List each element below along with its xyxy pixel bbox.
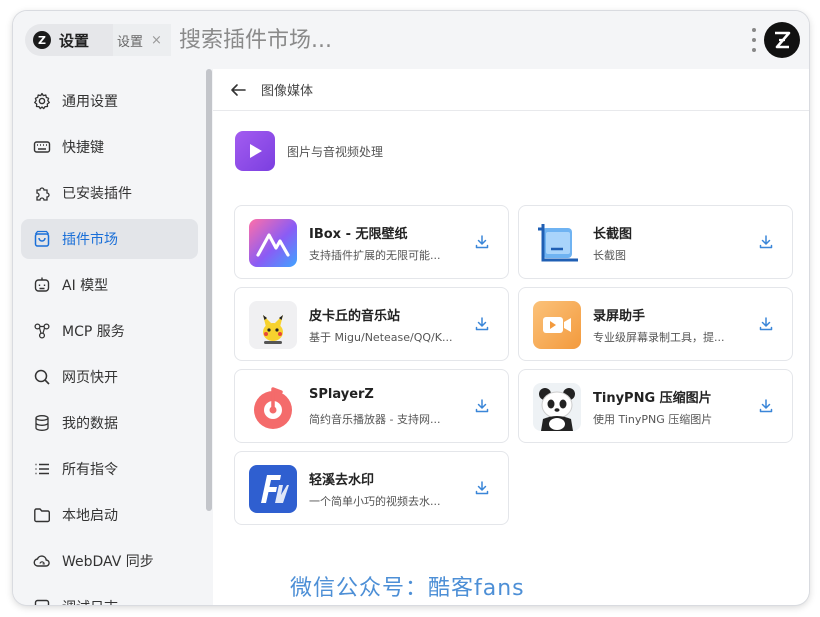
plugin-description: 使用 TinyPNG 压缩图片 [593, 413, 713, 426]
sidebar-scrollbar[interactable] [206, 69, 212, 511]
sidebar-item-installed[interactable]: 已安装插件 [21, 173, 198, 213]
close-icon[interactable]: × [151, 33, 162, 48]
log-icon [33, 598, 51, 605]
plugin-card-pikachu-music[interactable]: 皮卡丘的音乐站 基于 Migu/Netease/QQ/K... [234, 287, 509, 361]
sidebar-item-general[interactable]: 通用设置 [21, 81, 198, 121]
play-icon [235, 131, 275, 171]
download-icon[interactable] [757, 315, 775, 333]
app-chip[interactable]: Z 设置 [25, 24, 113, 56]
more-menu-icon[interactable] [751, 28, 757, 52]
tab-settings[interactable]: 设置 × [113, 24, 171, 56]
network-icon [33, 322, 51, 340]
keyboard-icon [33, 138, 51, 156]
plugin-card-screen-recorder[interactable]: 录屏助手 专业级屏幕录制工具，提... [518, 287, 793, 361]
plugin-name: SPlayerZ [309, 387, 374, 402]
sidebar-item-label: 快捷键 [62, 140, 104, 156]
music-disc-icon [249, 383, 297, 431]
plugin-name: IBox - 无限壁纸 [309, 227, 408, 242]
plugin-description: 长截图 [593, 249, 626, 262]
app-chip-label: 设置 [59, 31, 90, 50]
page-title: 图像媒体 [261, 84, 314, 99]
plugin-card-long-screenshot[interactable]: 长截图 长截图 [518, 205, 793, 279]
sidebar-item-label: 插件市场 [62, 232, 118, 248]
folder-icon [33, 506, 51, 524]
sidebar-item-market[interactable]: 插件市场 [21, 219, 198, 259]
puzzle-icon [33, 184, 51, 202]
sidebar-item-debug-log[interactable]: 调试日志 [21, 587, 198, 605]
plugin-name: TinyPNG 压缩图片 [593, 391, 712, 406]
z-logo-icon [775, 31, 791, 49]
download-icon[interactable] [757, 397, 775, 415]
video-camera-icon [533, 301, 581, 349]
avatar[interactable] [764, 22, 800, 58]
sidebar-item-label: 网页快开 [62, 370, 118, 386]
download-icon[interactable] [757, 233, 775, 251]
panda-icon [533, 383, 581, 431]
download-icon[interactable] [473, 397, 491, 415]
sidebar-item-label: WebDAV 同步 [62, 554, 154, 570]
plugin-description: 支持插件扩展的无限可能... [309, 249, 441, 262]
sidebar: 通用设置 快捷键 已安装插件 插件市场 AI 模型 MCP 服务 网页快开 我的… [13, 69, 205, 605]
sidebar-item-label: 我的数据 [62, 416, 118, 432]
plugin-name: 录屏助手 [593, 309, 646, 324]
app-window: Z 设置 设置 × 通用设置 快捷键 [13, 11, 809, 605]
plugin-description: 基于 Migu/Netease/QQ/K... [309, 331, 453, 344]
cloud-sync-icon [33, 552, 51, 570]
fw-logo-icon [249, 465, 297, 513]
plugin-description: 专业级屏幕录制工具，提... [593, 331, 725, 344]
plugin-name: 皮卡丘的音乐站 [309, 309, 401, 324]
download-icon[interactable] [473, 233, 491, 251]
main-panel: 图像媒体 图片与音视频处理 IBox - 无限壁纸 支持插件扩展的无限可能... [213, 69, 809, 605]
plugin-card-tinypng[interactable]: TinyPNG 压缩图片 使用 TinyPNG 压缩图片 [518, 369, 793, 443]
watermark-text: 微信公众号：酷客fans [290, 576, 525, 601]
app-logo-icon: Z [33, 31, 51, 49]
gear-icon [33, 92, 51, 110]
top-bar: Z 设置 设置 × [13, 11, 809, 69]
sidebar-item-all-commands[interactable]: 所有指令 [21, 449, 198, 489]
category-description: 图片与音视频处理 [287, 144, 384, 159]
sidebar-item-label: 所有指令 [62, 462, 118, 478]
sidebar-item-label: 已安装插件 [62, 186, 132, 202]
back-arrow-icon[interactable] [229, 81, 247, 99]
sidebar-item-label: AI 模型 [62, 278, 109, 294]
plugin-description: 简约音乐播放器 - 支持网... [309, 413, 441, 426]
sidebar-item-label: 调试日志 [62, 597, 118, 605]
sidebar-item-shortcuts[interactable]: 快捷键 [21, 127, 198, 167]
plugin-name: 轻溪去水印 [309, 473, 375, 488]
sidebar-item-my-data[interactable]: 我的数据 [21, 403, 198, 443]
sidebar-item-local-launch[interactable]: 本地启动 [21, 495, 198, 535]
sidebar-item-ai-model[interactable]: AI 模型 [21, 265, 198, 305]
sidebar-item-webdav[interactable]: WebDAV 同步 [21, 541, 198, 581]
sidebar-item-mcp[interactable]: MCP 服务 [21, 311, 198, 351]
pikachu-icon [249, 301, 297, 349]
plugin-name: 长截图 [593, 227, 633, 242]
plugin-card-watermark-remover[interactable]: 轻溪去水印 一个简单小巧的视频去水... [234, 451, 509, 525]
search-input[interactable] [179, 25, 679, 55]
sidebar-item-label: 通用设置 [62, 94, 118, 110]
list-icon [33, 460, 51, 478]
crop-icon [533, 219, 581, 267]
database-icon [33, 414, 51, 432]
ibox-mountain-icon [249, 219, 297, 267]
download-icon[interactable] [473, 315, 491, 333]
category-header: 图片与音视频处理 [235, 131, 383, 171]
shopping-bag-icon [33, 230, 51, 248]
search-icon [33, 368, 51, 386]
plugin-card-ibox[interactable]: IBox - 无限壁纸 支持插件扩展的无限可能... [234, 205, 509, 279]
sidebar-item-label: MCP 服务 [62, 324, 125, 340]
tab-label: 设置 [117, 34, 144, 50]
breadcrumb: 图像媒体 [213, 69, 809, 111]
plugin-card-splayerz[interactable]: SPlayerZ 简约音乐播放器 - 支持网... [234, 369, 509, 443]
download-icon[interactable] [473, 479, 491, 497]
plugin-description: 一个简单小巧的视频去水... [309, 495, 441, 508]
robot-icon [33, 276, 51, 294]
sidebar-item-web-quick[interactable]: 网页快开 [21, 357, 198, 397]
sidebar-item-label: 本地启动 [62, 508, 118, 524]
